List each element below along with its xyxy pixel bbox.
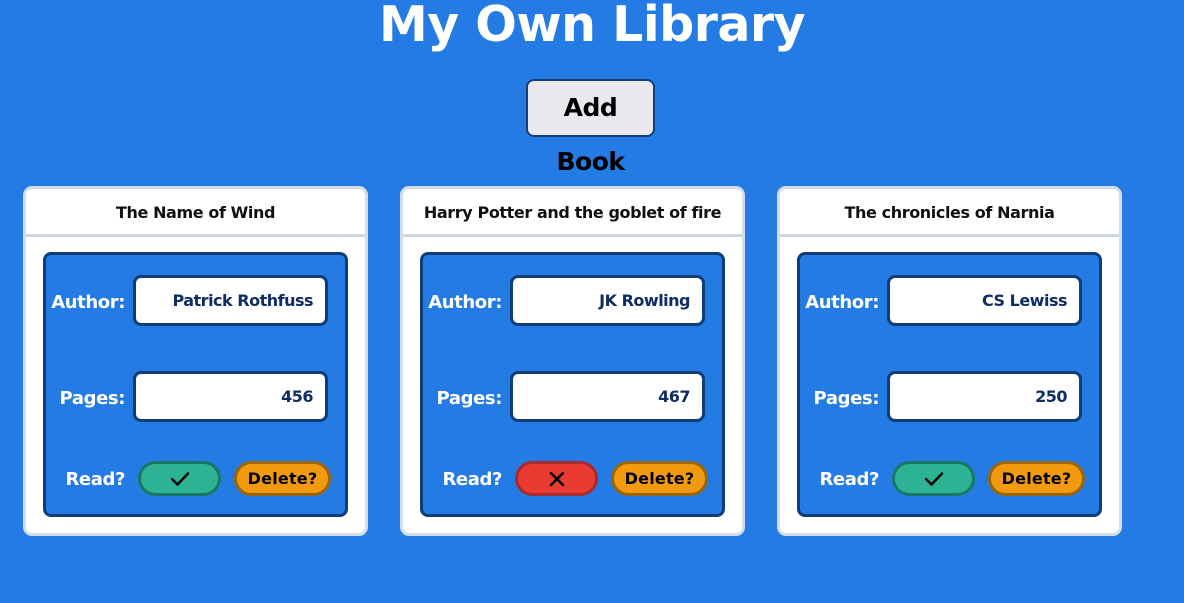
author-label: Author: [51,292,125,313]
x-icon [548,470,566,488]
author-field[interactable] [510,275,705,326]
book-details: Author: Pages: Read? Delete? [420,252,725,517]
delete-button[interactable]: Delete? [234,461,331,496]
read-label: Read? [442,469,502,490]
read-toggle[interactable] [138,461,221,496]
read-label: Read? [65,469,125,490]
page-title: My Own Library [378,0,806,53]
pages-field[interactable] [887,371,1082,422]
book-card: The chronicles of Narnia Author: Pages: … [777,186,1122,536]
book-card: Harry Potter and the goblet of fire Auth… [400,186,745,536]
pages-label: Pages: [813,388,880,409]
pages-label: Pages: [59,388,126,409]
check-icon [170,471,190,487]
book-details: Author: Pages: Read? Delete? [43,252,348,517]
book-card: The Name of Wind Author: Pages: Read? De… [23,186,368,536]
pages-field[interactable] [133,371,328,422]
read-label: Read? [819,469,879,490]
book-details: Author: Pages: Read? Delete? [797,252,1102,517]
author-label: Author: [805,292,879,313]
book-title: Harry Potter and the goblet of fire [403,189,742,237]
delete-button[interactable]: Delete? [988,461,1085,496]
read-toggle[interactable] [892,461,975,496]
read-toggle[interactable] [515,461,598,496]
author-label: Author: [428,292,502,313]
pages-label: Pages: [436,388,503,409]
add-book-button[interactable]: Add Book [526,79,655,176]
author-field[interactable] [887,275,1082,326]
pages-field[interactable] [510,371,705,422]
book-title: The chronicles of Narnia [780,189,1119,237]
check-icon [924,471,944,487]
author-field[interactable] [133,275,328,326]
delete-button[interactable]: Delete? [611,461,708,496]
book-title: The Name of Wind [26,189,365,237]
